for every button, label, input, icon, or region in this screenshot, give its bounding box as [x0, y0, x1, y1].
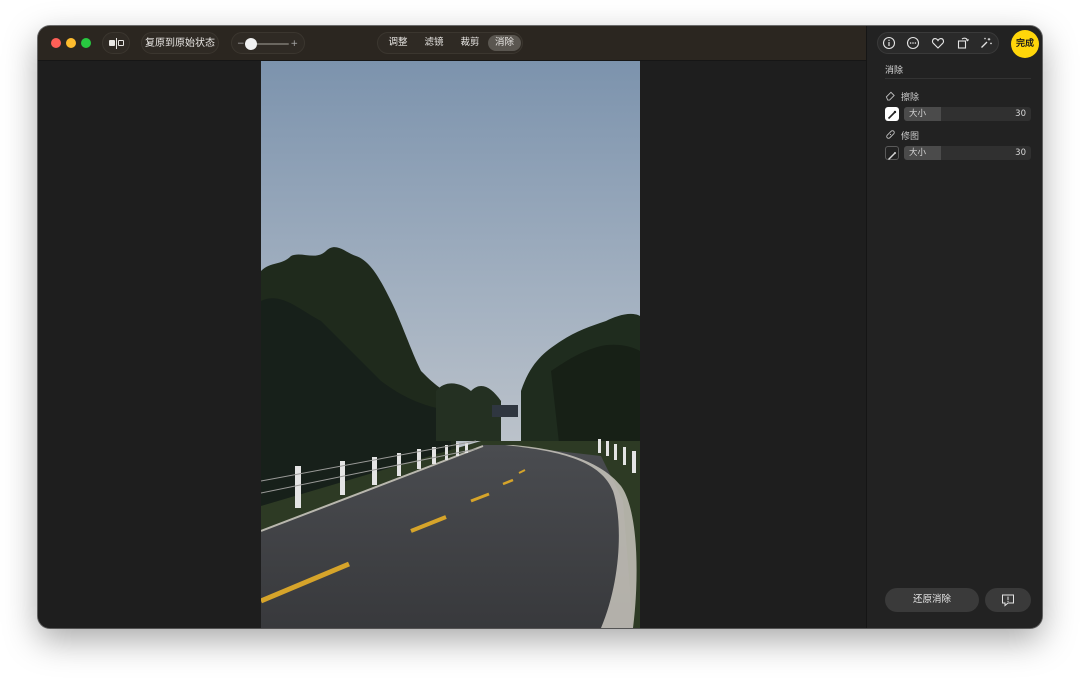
photo-canvas	[38, 61, 866, 628]
bandage-icon	[886, 130, 895, 139]
zoom-out-icon[interactable]: −	[237, 33, 245, 55]
divider	[885, 78, 1031, 79]
sidebar: 完成 消除 擦除 大小 30 修图 大小 30 还原消除	[866, 26, 1042, 628]
erase-size-slider[interactable]: 大小 30	[904, 107, 1031, 121]
minimize-window-button[interactable]	[66, 38, 76, 48]
zoom-slider[interactable]: − +	[231, 32, 305, 54]
retouch-tool-label: 修图	[901, 132, 920, 142]
size-label: 大小	[909, 148, 927, 158]
tab-adjust[interactable]: 调整	[381, 35, 415, 51]
feedback-icon	[1002, 594, 1014, 607]
rotate-icon[interactable]	[956, 36, 970, 50]
feedback-button[interactable]	[985, 588, 1031, 612]
compare-original-button[interactable]	[102, 32, 130, 54]
zoom-in-icon[interactable]: +	[290, 33, 298, 55]
tab-crop[interactable]: 裁剪	[453, 35, 487, 51]
retouch-brush-toggle[interactable]	[885, 146, 899, 160]
size-label: 大小	[909, 109, 927, 119]
fullscreen-window-button[interactable]	[81, 38, 91, 48]
road-photo-image	[261, 61, 640, 628]
toolbar: 复原到原始状态 − + 调整 滤镜 裁剪 消除	[38, 26, 866, 61]
revert-to-original-button[interactable]: 复原到原始状态	[141, 32, 219, 54]
restore-cleanup-button[interactable]: 还原消除	[885, 588, 979, 612]
brush-icon	[888, 152, 896, 160]
heart-icon[interactable]	[931, 36, 945, 50]
brush-icon	[887, 110, 897, 120]
tab-filters[interactable]: 滤镜	[417, 35, 451, 51]
erase-brush-toggle[interactable]	[885, 107, 899, 121]
size-value: 30	[1015, 109, 1026, 119]
erase-tool-label: 擦除	[901, 93, 920, 103]
photo-actions-bar	[877, 32, 999, 54]
photos-editor-window: 复原到原始状态 − + 调整 滤镜 裁剪 消除 完成 消除 擦除 大小 30 修…	[38, 26, 1042, 628]
info-icon[interactable]	[882, 36, 896, 50]
done-button[interactable]: 完成	[1011, 30, 1039, 58]
section-title: 消除	[885, 66, 904, 76]
retouch-size-slider[interactable]: 大小 30	[904, 146, 1031, 160]
edit-mode-tabs: 调整 滤镜 裁剪 消除	[377, 32, 523, 54]
zoom-knob[interactable]	[245, 38, 257, 50]
more-icon[interactable]	[906, 36, 920, 50]
tab-clean-up[interactable]: 消除	[488, 35, 521, 51]
compare-icon	[109, 40, 115, 46]
magic-wand-icon[interactable]	[979, 36, 993, 50]
eraser-icon	[885, 91, 895, 101]
size-value: 30	[1015, 148, 1026, 158]
close-window-button[interactable]	[51, 38, 61, 48]
edited-photo[interactable]	[261, 61, 640, 628]
